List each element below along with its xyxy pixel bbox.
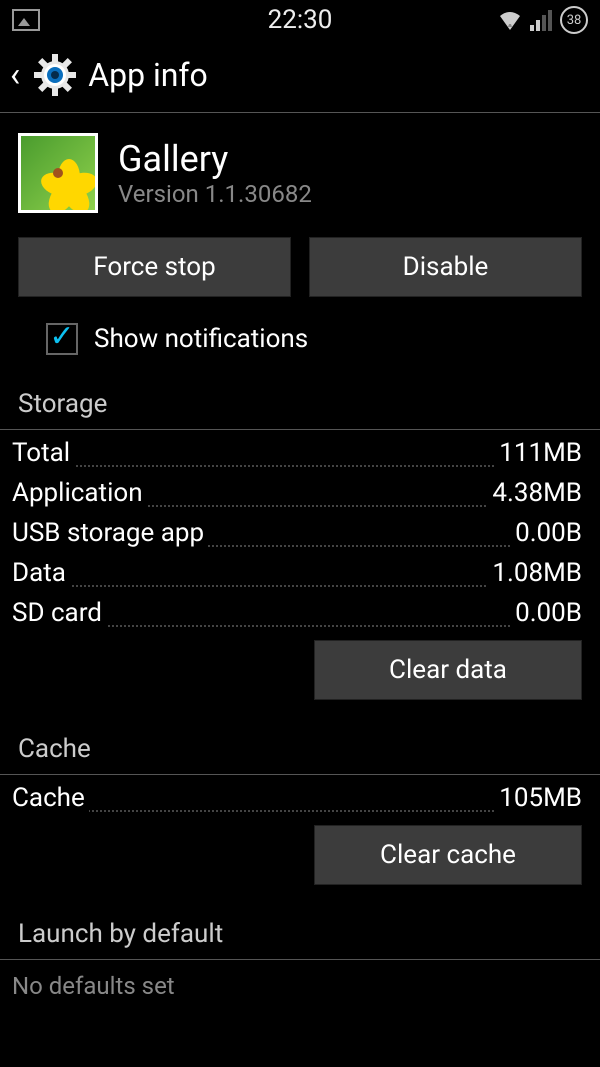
storage-label: Application <box>12 478 147 508</box>
notifications-checkbox[interactable]: ✓ <box>46 323 78 355</box>
signal-icon <box>530 10 552 31</box>
app-name: Gallery <box>118 138 312 180</box>
action-button-row: Force stop Disable <box>0 231 600 313</box>
app-icon <box>18 133 98 213</box>
status-bar: 22:30 38 <box>0 0 600 40</box>
status-left <box>12 9 40 31</box>
storage-section-header: Storage <box>0 381 600 430</box>
force-stop-button[interactable]: Force stop <box>18 237 291 297</box>
clear-cache-row: Clear cache <box>0 815 600 897</box>
storage-label: Total <box>12 438 74 468</box>
settings-gear-icon[interactable] <box>34 54 76 96</box>
disable-button[interactable]: Disable <box>309 237 582 297</box>
storage-value: 1.08MB <box>488 558 582 588</box>
storage-value: 0.00B <box>511 598 582 628</box>
back-icon[interactable]: ‹ <box>10 58 22 92</box>
cache-value: 105MB <box>495 783 582 813</box>
wifi-icon <box>498 10 522 30</box>
notifications-checkbox-row[interactable]: ✓ Show notifications <box>0 313 600 381</box>
storage-value: 111MB <box>495 438 582 468</box>
storage-value: 0.00B <box>511 518 582 548</box>
battery-icon: 38 <box>560 6 588 34</box>
checkmark-icon: ✓ <box>49 322 74 352</box>
storage-row-data: Data 1.08MB <box>0 550 600 590</box>
clear-data-button[interactable]: Clear data <box>314 640 582 700</box>
clear-data-row: Clear data <box>0 630 600 712</box>
status-right: 38 <box>498 6 588 34</box>
status-time: 22:30 <box>268 5 333 35</box>
storage-row-application: Application 4.38MB <box>0 470 600 510</box>
storage-row-sdcard: SD card 0.00B <box>0 590 600 630</box>
battery-level: 38 <box>567 13 582 28</box>
storage-row-total: Total 111MB <box>0 430 600 470</box>
cache-label: Cache <box>12 783 89 813</box>
cache-section-header: Cache <box>0 730 600 775</box>
launch-section-header: Launch by default <box>0 915 600 960</box>
cache-row: Cache 105MB <box>0 775 600 815</box>
notifications-label: Show notifications <box>94 324 308 354</box>
storage-row-usb: USB storage app 0.00B <box>0 510 600 550</box>
storage-label: SD card <box>12 598 106 628</box>
storage-label: Data <box>12 558 70 588</box>
app-header-section: Gallery Version 1.1.30682 <box>0 113 600 231</box>
header: ‹ App info <box>0 40 600 113</box>
page-title: App info <box>88 56 208 94</box>
storage-label: USB storage app <box>12 518 208 548</box>
app-version: Version 1.1.30682 <box>118 180 312 208</box>
app-info-text: Gallery Version 1.1.30682 <box>118 138 312 208</box>
picture-notification-icon <box>12 9 40 31</box>
storage-value: 4.38MB <box>488 478 582 508</box>
no-defaults-text: No defaults set <box>0 960 600 1000</box>
clear-cache-button[interactable]: Clear cache <box>314 825 582 885</box>
